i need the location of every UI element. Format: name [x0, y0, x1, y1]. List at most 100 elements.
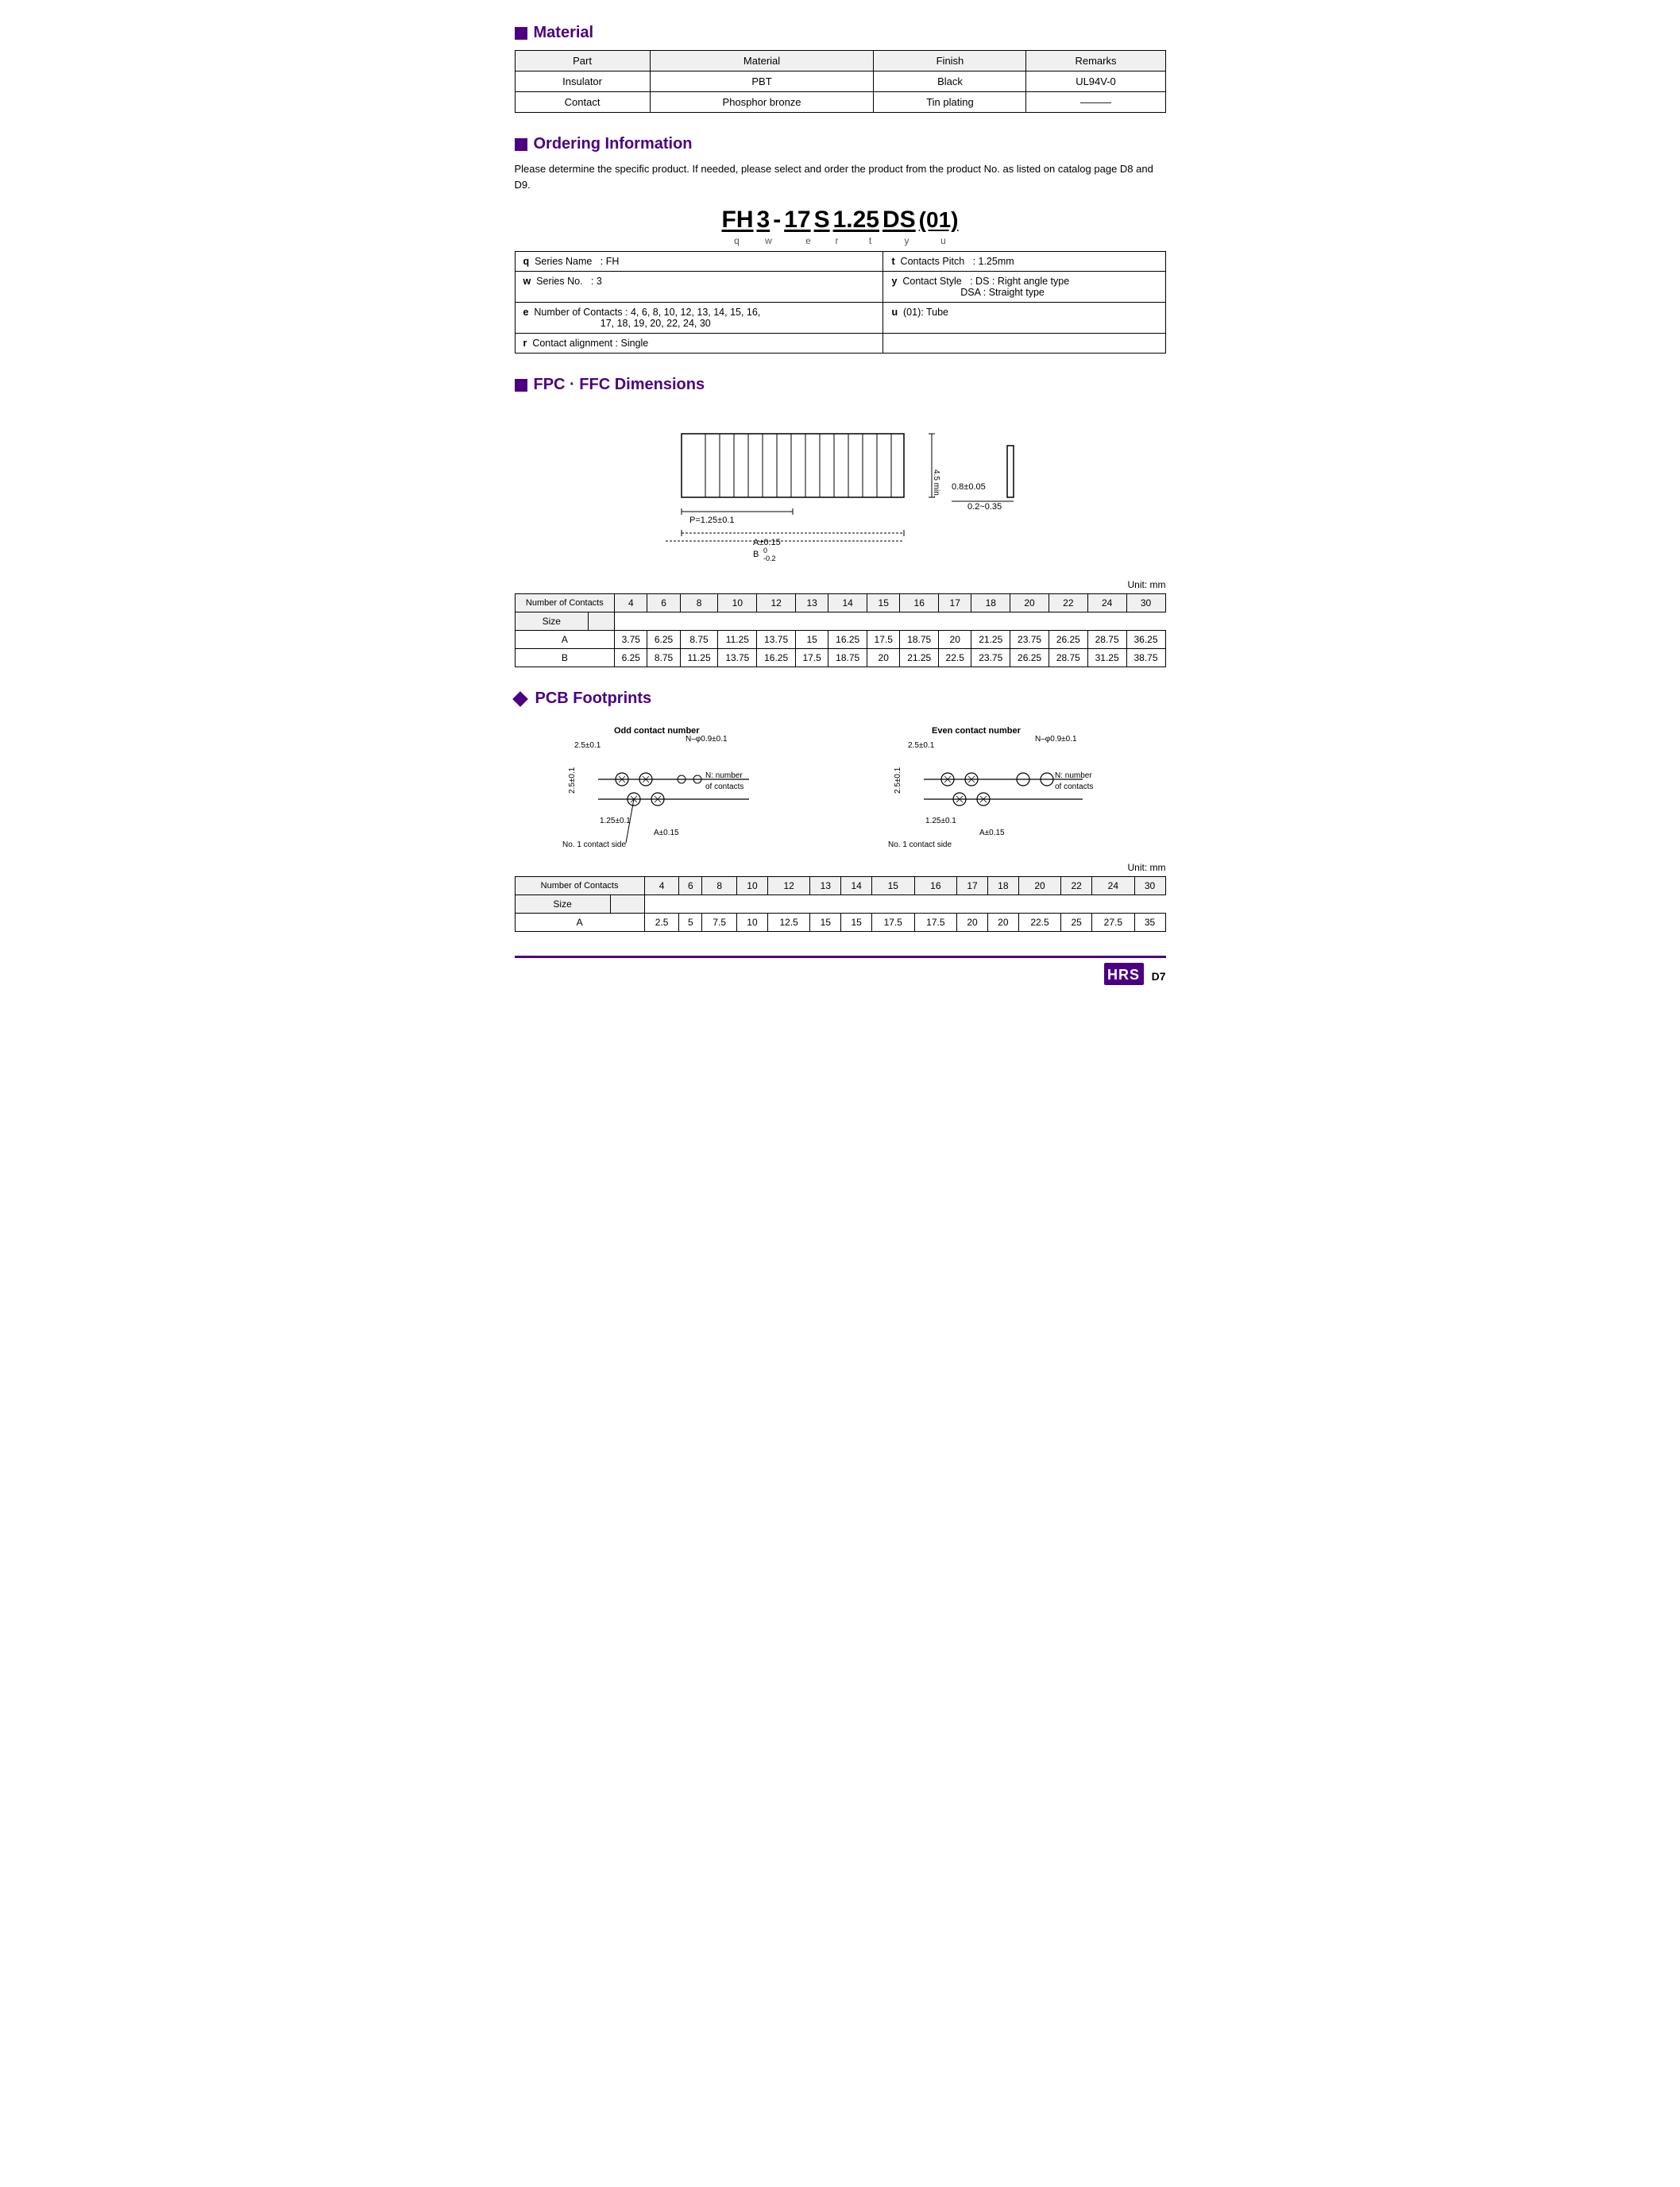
pcb-title-text: PCB Footprints [535, 690, 652, 708]
dim-h-10: 10 [718, 594, 757, 612]
title-square-icon-3 [515, 379, 527, 392]
ordering-title-text: Ordering Information [534, 135, 693, 153]
hrs-logo-svg: HRS [1104, 963, 1144, 985]
part-number-display: FH 3 - 17 S 1.25 DS (01) q w e r t y u [515, 207, 1166, 246]
footer-page: D7 [1152, 970, 1166, 983]
fpc-cell: 8.75 [680, 631, 718, 649]
material-cell: PBT [650, 71, 874, 92]
material-cell: Black [874, 71, 1026, 92]
dim-size-label: Size [515, 612, 589, 631]
pcb-cell: 15 [810, 914, 841, 932]
pcb-unit-label: Unit: mm [515, 862, 1166, 873]
letter-y: y [896, 235, 918, 246]
dim-size-blank [589, 612, 615, 631]
pcb-h-20: 20 [1018, 877, 1061, 895]
fpc-cell: 23.75 [971, 649, 1010, 667]
fpc-cell: 3.75 [615, 631, 647, 649]
ordering-info-table: q Series Name : FH t Contacts Pitch : 1.… [515, 251, 1166, 354]
svg-text:1.25±0.1: 1.25±0.1 [600, 817, 631, 825]
title-square-icon-2 [515, 138, 527, 151]
fpc-cell: 18.75 [828, 649, 867, 667]
pn-s: S [814, 207, 830, 234]
dim-h-15: 15 [867, 594, 900, 612]
pcb-diagrams: Odd contact number 2.5±0.1 N–φ0.9±0.1 2.… [515, 724, 1166, 851]
material-title-text: Material [534, 24, 594, 42]
fpc-cell: 21.25 [900, 649, 939, 667]
material-cell: Tin plating [874, 92, 1026, 113]
svg-text:-0.2: -0.2 [763, 554, 776, 562]
fpc-cell: 11.25 [718, 631, 757, 649]
material-cell: Phosphor bronze [650, 92, 874, 113]
pn-ds: DS [882, 207, 916, 234]
fpc-cell: 17.5 [796, 649, 828, 667]
svg-text:HRS: HRS [1107, 967, 1140, 983]
pcb-cell: 2.5 [644, 914, 679, 932]
material-section: Material Part Material Finish Remarks In… [515, 24, 1166, 113]
material-table-row: InsulatorPBTBlackUL94V-0 [515, 71, 1165, 92]
fpc-cell: 26.25 [1010, 649, 1049, 667]
pcb-cell: 15 [841, 914, 872, 932]
fpc-cell: 22.5 [939, 649, 971, 667]
title-square-icon [515, 27, 527, 40]
fpc-cell: 15 [796, 631, 828, 649]
pn-3: 3 [757, 207, 770, 234]
dim-h-13: 13 [796, 594, 828, 612]
svg-text:A±0.15: A±0.15 [979, 829, 1005, 837]
fpc-cell: 6.25 [647, 631, 680, 649]
pcb-h-18: 18 [987, 877, 1018, 895]
fpc-svg: P=1.25±0.1 A±0.15 B 0 -0.2 4.5 min. 0.8±… [618, 410, 1063, 569]
order-row3-right: u (01): Tube [883, 303, 1165, 334]
fpc-table-row: B6.258.7511.2513.7516.2517.518.752021.25… [515, 649, 1165, 667]
pcb-h-14: 14 [841, 877, 872, 895]
pcb-h-15: 15 [872, 877, 915, 895]
pcb-cell: 5 [679, 914, 702, 932]
pcb-cell: 17.5 [872, 914, 915, 932]
svg-text:Even contact number: Even contact number [932, 726, 1022, 736]
fpc-cell: 16.25 [757, 649, 796, 667]
pcb-h-17: 17 [957, 877, 988, 895]
letter-q: q [726, 235, 748, 246]
svg-text:No. 1 contact side: No. 1 contact side [888, 840, 952, 849]
pcb-cell: 27.5 [1092, 914, 1135, 932]
pcb-row-label: A [515, 914, 644, 932]
svg-text:B: B [753, 550, 759, 559]
page-footer: HRS D7 [515, 956, 1166, 990]
letter-row: q w e r t y u [515, 235, 1166, 246]
pcb-dimensions-table: Number of Contacts 4 6 8 10 12 13 14 15 … [515, 876, 1166, 932]
pcb-cell: 12.5 [767, 914, 810, 932]
pn-01: (01) [919, 207, 959, 233]
dim-h-18: 18 [971, 594, 1010, 612]
col-finish: Finish [874, 51, 1026, 71]
dim-h-4: 4 [615, 594, 647, 612]
pcb-even-svg: Even contact number N–φ0.9±0.1 2.5±0.1 2… [840, 724, 1166, 851]
fpc-cell: 13.75 [757, 631, 796, 649]
order-row4-right [883, 334, 1165, 354]
pcb-cell: 20 [987, 914, 1018, 932]
pcb-title: PCB Footprints [515, 690, 1166, 708]
fpc-cell: 16.25 [828, 631, 867, 649]
svg-text:2.5±0.1: 2.5±0.1 [568, 767, 577, 794]
svg-text:N–φ0.9±0.1: N–φ0.9±0.1 [686, 735, 728, 744]
fpc-ffc-section: FPC · FFC Dimensions P=1.25±0.1 [515, 376, 1166, 667]
fpc-cell: 18.75 [900, 631, 939, 649]
letter-u: u [933, 235, 955, 246]
pn-dash: - [773, 207, 781, 234]
pcb-h-6: 6 [679, 877, 702, 895]
svg-text:0.2~0.35: 0.2~0.35 [967, 502, 1002, 512]
order-row2-left: w Series No. : 3 [515, 272, 883, 303]
part-number-row: FH 3 - 17 S 1.25 DS (01) [515, 207, 1166, 234]
svg-text:N: number: N: number [705, 771, 743, 780]
pcb-cell: 20 [957, 914, 988, 932]
material-title: Material [515, 24, 1166, 42]
letter-e: e [798, 235, 820, 246]
dim-h-16: 16 [900, 594, 939, 612]
material-table-row: ContactPhosphor bronzeTin plating——— [515, 92, 1165, 113]
dim-h-30: 30 [1126, 594, 1165, 612]
material-cell: ——— [1026, 92, 1165, 113]
fpc-cell: 17.5 [867, 631, 900, 649]
fpc-cell: 28.75 [1049, 649, 1087, 667]
pcb-cell: 22.5 [1018, 914, 1061, 932]
col-part: Part [515, 51, 650, 71]
svg-text:P=1.25±0.1: P=1.25±0.1 [689, 516, 735, 525]
fpc-cell: 13.75 [718, 649, 757, 667]
